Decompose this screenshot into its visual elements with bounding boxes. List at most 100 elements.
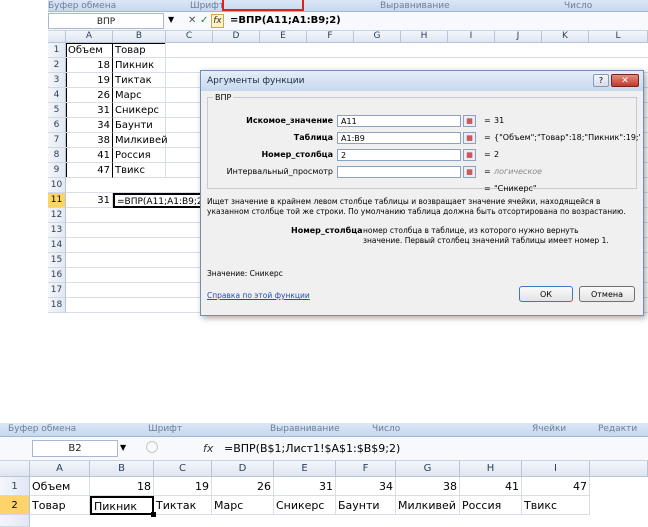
col-header[interactable]: G	[354, 31, 401, 43]
col-header[interactable]: K	[542, 31, 589, 43]
cell-a1[interactable]: Объем	[66, 43, 113, 58]
row-header[interactable]: 1	[0, 477, 30, 496]
cell-b2-selected[interactable]: Пикник	[90, 496, 154, 515]
col-header[interactable]: H	[460, 461, 522, 477]
row-header[interactable]: 9	[48, 163, 66, 178]
cell-a5[interactable]: 31	[66, 103, 113, 118]
select-all-corner[interactable]	[48, 31, 66, 43]
row-header[interactable]: 12	[48, 208, 66, 223]
col-header[interactable]: E	[260, 31, 307, 43]
cell-b2[interactable]: Пикник	[113, 58, 166, 73]
cell-b5[interactable]: Сникерс	[113, 103, 166, 118]
cell-f2[interactable]: Баунти	[336, 496, 396, 515]
cell-a9[interactable]: 47	[66, 163, 113, 178]
cell-h1[interactable]: 41	[460, 477, 522, 496]
name-box[interactable]: ВПР	[48, 13, 164, 29]
collapse-dialog-icon[interactable]: ▦	[463, 115, 476, 127]
col-header-empty[interactable]	[590, 461, 648, 477]
help-icon[interactable]: ?	[593, 74, 609, 87]
col-header[interactable]: C	[154, 461, 212, 477]
cell-e2[interactable]: Сникерс	[274, 496, 336, 515]
col-header[interactable]: G	[396, 461, 460, 477]
cancel-formula-icon[interactable]: ✕	[188, 15, 196, 26]
cell-i2[interactable]: Твикс	[522, 496, 590, 515]
col-header[interactable]: E	[274, 461, 336, 477]
cell-g1[interactable]: 38	[396, 477, 460, 496]
ribbon-font[interactable]: Шрифт	[190, 0, 224, 12]
cell-a2[interactable]: 18	[66, 58, 113, 73]
col-header[interactable]: A	[30, 461, 90, 477]
cell-a1[interactable]: Объем	[30, 477, 90, 496]
arg-input-table[interactable]: A1:B9	[337, 132, 461, 144]
cell-b9[interactable]: Твикс	[113, 163, 166, 178]
arg-input-lookup[interactable]: A11	[337, 115, 461, 127]
row-header[interactable]: 15	[48, 253, 66, 268]
cell-f1[interactable]: 34	[336, 477, 396, 496]
collapse-dialog-icon[interactable]: ▦	[463, 149, 476, 161]
help-link[interactable]: Справка по этой функции	[207, 291, 310, 300]
ribbon-alignment[interactable]: Выравнивание	[380, 0, 450, 12]
col-header[interactable]: F	[336, 461, 396, 477]
col-header[interactable]: I	[448, 31, 495, 43]
ribbon-number[interactable]: Число	[372, 423, 400, 436]
row-header[interactable]: 2	[0, 496, 30, 515]
ribbon-alignment[interactable]: Выравнивание	[270, 423, 340, 436]
cell-a8[interactable]: 41	[66, 148, 113, 163]
cell-g2[interactable]: Милкивей	[396, 496, 460, 515]
row-header[interactable]: 16	[48, 268, 66, 283]
chevron-down-icon[interactable]: ▼	[168, 15, 174, 24]
row-header[interactable]: 17	[48, 283, 66, 298]
cell-a7[interactable]: 38	[66, 133, 113, 148]
row-header[interactable]: 4	[48, 88, 66, 103]
row-header[interactable]: 10	[48, 178, 66, 193]
col-header[interactable]: C	[166, 31, 213, 43]
function-wizard-icon[interactable]	[146, 441, 158, 453]
fill-handle[interactable]	[151, 512, 156, 517]
col-header[interactable]: F	[307, 31, 354, 43]
select-all-corner[interactable]	[0, 461, 30, 477]
ribbon-cells[interactable]: Ячейки	[532, 423, 566, 436]
cell-a6[interactable]: 34	[66, 118, 113, 133]
enter-formula-icon[interactable]: ✓	[200, 15, 208, 26]
row-header[interactable]: 2	[48, 58, 66, 73]
col-header[interactable]: A	[66, 31, 113, 43]
collapse-dialog-icon[interactable]: ▦	[463, 166, 476, 178]
name-box[interactable]: B2	[32, 440, 118, 457]
ribbon-clipboard[interactable]: Буфер обмена	[48, 0, 116, 12]
cell-b8[interactable]: Россия	[113, 148, 166, 163]
close-icon[interactable]: ✕	[611, 74, 639, 87]
cell-d1[interactable]: 26	[212, 477, 274, 496]
cell-e1[interactable]: 31	[274, 477, 336, 496]
cell-b7[interactable]: Милкивей	[113, 133, 168, 148]
collapse-dialog-icon[interactable]: ▦	[463, 132, 476, 144]
ribbon-font[interactable]: Шрифт	[148, 423, 182, 436]
cell-i1[interactable]: 47	[522, 477, 590, 496]
row-header[interactable]: 14	[48, 238, 66, 253]
cell-b3[interactable]: Тиктак	[113, 73, 166, 88]
cell-c1[interactable]: 19	[154, 477, 212, 496]
cell-d2[interactable]: Марс	[212, 496, 274, 515]
cell-a3[interactable]: 19	[66, 73, 113, 88]
row-header[interactable]: 18	[48, 298, 66, 313]
cell-b1[interactable]: 18	[90, 477, 154, 496]
row-header[interactable]: 5	[48, 103, 66, 118]
formula-input[interactable]: =ВПР(A11;A1:B9;2)	[230, 15, 341, 26]
cell-a4[interactable]: 26	[66, 88, 113, 103]
arg-input-range-lookup[interactable]	[337, 166, 461, 178]
cancel-button[interactable]: Отмена	[579, 286, 635, 302]
col-header[interactable]: J	[495, 31, 542, 43]
cell-b1[interactable]: Товар	[113, 43, 166, 58]
ok-button[interactable]: ОК	[519, 286, 573, 302]
ribbon-number[interactable]: Число	[564, 0, 592, 12]
row-header[interactable]: 7	[48, 133, 66, 148]
cell-b4[interactable]: Марс	[113, 88, 166, 103]
insert-function-icon[interactable]: fx	[203, 442, 213, 455]
col-header[interactable]: D	[213, 31, 260, 43]
row-header[interactable]: 11	[48, 193, 66, 208]
col-header[interactable]: H	[401, 31, 448, 43]
col-header[interactable]: B	[90, 461, 154, 477]
cell-a11[interactable]: 31	[66, 193, 113, 208]
cell-c2[interactable]: Тиктак	[154, 496, 212, 515]
col-header[interactable]: I	[522, 461, 590, 477]
col-header[interactable]: B	[113, 31, 166, 43]
